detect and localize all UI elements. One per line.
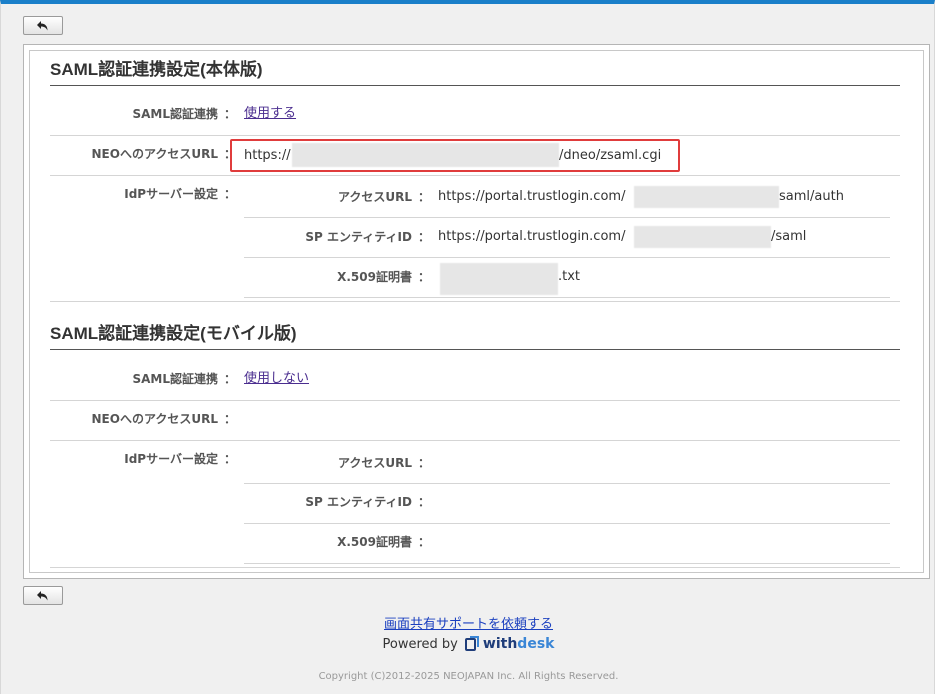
row-divider <box>50 135 900 136</box>
redacted-region <box>440 263 558 295</box>
saml-value-mobile[interactable]: 使用しない <box>244 371 309 387</box>
neo-url-label-mobile: NEOへのアクセスURL： <box>91 412 237 426</box>
neo-url-label-main: NEOへのアクセスURL： <box>91 147 237 161</box>
saml-disable-link-mobile[interactable]: 使用しない <box>244 371 309 386</box>
powered-by: Powered by with desk <box>1 636 935 652</box>
saml-label-mobile: SAML認証連携： <box>132 372 236 386</box>
idp-label-main: IdPサーバー設定： <box>124 187 236 201</box>
withdesk-logo-icon <box>464 636 479 651</box>
copyright: Copyright (C)2012-2025 NEOJAPAN Inc. All… <box>318 671 619 682</box>
section-title-mobile: SAML認証連携設定(モバイル版) <box>50 323 900 350</box>
back-arrow-icon <box>37 20 48 30</box>
saml-value-main[interactable]: 使用する <box>244 106 296 122</box>
brand-part1: with <box>482 636 518 652</box>
cert-label-mobile: X.509証明書： <box>337 535 430 549</box>
cert-suffix-main: .txt <box>558 269 581 284</box>
access-url-label-main: アクセスURL： <box>337 190 430 204</box>
redacted-region <box>634 186 779 208</box>
redacted-region <box>634 226 771 248</box>
screen-share-support-link[interactable]: 画面共有サポートを依頼する <box>384 617 553 632</box>
row-divider <box>244 217 890 218</box>
section-divider <box>50 567 900 568</box>
support-link-container: 画面共有サポートを依頼する <box>1 613 935 632</box>
row-divider <box>244 483 890 484</box>
withdesk-brand: with desk <box>464 636 555 652</box>
highlight-box <box>230 139 680 172</box>
sp-entity-prefix-main: https://portal.trustlogin.com/ <box>438 229 626 244</box>
row-divider <box>244 563 890 564</box>
row-divider <box>50 175 900 176</box>
saml-enable-link-main[interactable]: 使用する <box>244 106 296 121</box>
back-button-top[interactable] <box>23 16 63 35</box>
back-button-bottom[interactable] <box>23 586 63 605</box>
cert-label-main: X.509証明書： <box>337 270 430 284</box>
row-divider <box>50 400 900 401</box>
sp-entity-suffix-main: /saml <box>771 229 807 244</box>
back-arrow-icon <box>37 590 48 600</box>
row-divider <box>244 257 890 258</box>
settings-panel: SAML認証連携設定(本体版) SAML認証連携： 使用する NEOへのアクセス… <box>23 44 930 579</box>
brand-part2: desk <box>517 636 555 652</box>
section-title-main: SAML認証連携設定(本体版) <box>50 59 900 86</box>
access-url-prefix-main: https://portal.trustlogin.com/ <box>438 189 626 204</box>
row-divider <box>244 297 890 298</box>
sp-entity-label-main: SP エンティティID： <box>305 230 430 244</box>
access-url-suffix-main: saml/auth <box>779 189 844 204</box>
section-divider <box>50 301 900 302</box>
settings-panel-inner: SAML認証連携設定(本体版) SAML認証連携： 使用する NEOへのアクセス… <box>29 50 924 573</box>
row-divider <box>50 440 900 441</box>
row-divider <box>244 523 890 524</box>
access-url-label-mobile: アクセスURL： <box>337 456 430 470</box>
sp-entity-label-mobile: SP エンティティID： <box>305 495 430 509</box>
powered-by-text: Powered by <box>382 636 458 652</box>
idp-label-mobile: IdPサーバー設定： <box>124 452 236 466</box>
saml-label-main: SAML認証連携： <box>132 107 236 121</box>
